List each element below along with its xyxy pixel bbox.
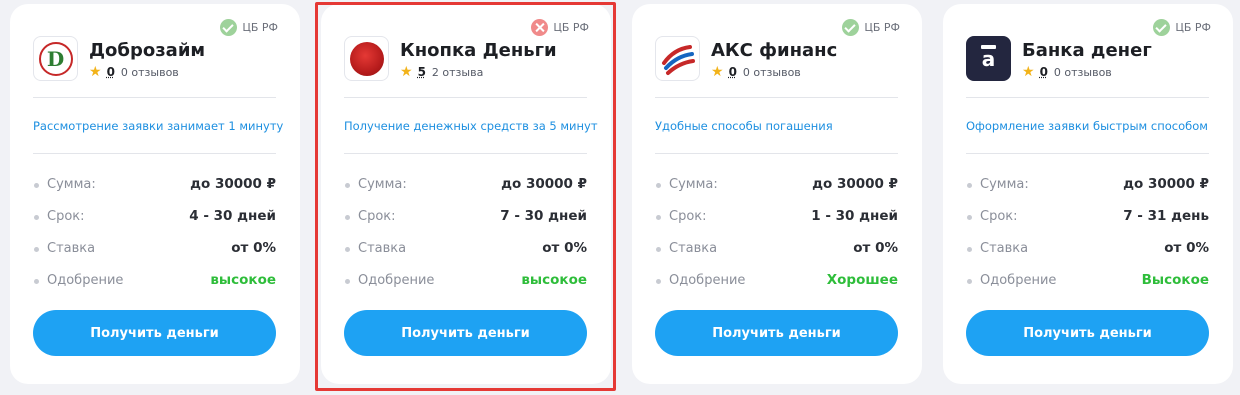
param-sum: Сумма: до 30000 ₽	[966, 168, 1209, 200]
feature-text: Удобные способы погашения	[655, 119, 833, 133]
offer-card-dobrozaim: ЦБ РФ D Доброзайм ★ 0 0 отзывов Рассмотр…	[10, 4, 300, 384]
cb-rf-badge: ЦБ РФ	[842, 19, 900, 36]
rating-value: 0	[728, 65, 737, 79]
reviews-link[interactable]: 0 отзывов	[743, 66, 801, 79]
divider	[344, 97, 587, 98]
param-approval: Одобрение высокое	[33, 264, 276, 296]
lender-name[interactable]: Кнопка Деньги	[400, 40, 557, 61]
param-rate: Ставка от 0%	[344, 232, 587, 264]
param-rate: Ставка от 0%	[655, 232, 898, 264]
offer-card-banka-deneg: ЦБ РФ a Банка денег ★ 0 0 отзывов Оформл…	[943, 4, 1233, 384]
param-term: Срок: 7 - 30 дней	[344, 200, 587, 232]
dobrozaim-logo-icon: D	[38, 41, 73, 76]
get-money-button[interactable]: Получить деньги	[344, 310, 587, 356]
rating: ★ 0 0 отзывов	[711, 65, 801, 79]
params-list: Сумма: до 30000 ₽ Срок: 7 - 31 день Став…	[966, 168, 1209, 296]
rating: ★ 5 2 отзыва	[400, 65, 483, 79]
divider	[33, 97, 276, 98]
check-circle-icon	[842, 19, 860, 36]
param-sum: Сумма: до 30000 ₽	[33, 168, 276, 200]
params-list: Сумма: до 30000 ₽ Срок: 4 - 30 дней Став…	[33, 168, 276, 296]
rating-value: 0	[1039, 65, 1048, 79]
divider	[344, 153, 587, 154]
badge-label: ЦБ РФ	[242, 21, 278, 34]
params-list: Сумма: до 30000 ₽ Срок: 1 - 30 дней Став…	[655, 168, 898, 296]
divider	[966, 153, 1209, 154]
reviews-link[interactable]: 0 отзывов	[121, 66, 179, 79]
divider	[33, 153, 276, 154]
param-term: Срок: 4 - 30 дней	[33, 200, 276, 232]
param-term: Срок: 1 - 30 дней	[655, 200, 898, 232]
aks-stripes-logo-icon	[661, 44, 695, 75]
get-money-button[interactable]: Получить деньги	[655, 310, 898, 356]
divider	[655, 153, 898, 154]
param-approval: Одобрение Хорошее	[655, 264, 898, 296]
lender-logo[interactable]	[344, 36, 389, 81]
param-sum: Сумма: до 30000 ₽	[655, 168, 898, 200]
star-icon: ★	[711, 64, 724, 80]
feature-text: Оформление заявки быстрым способом	[966, 119, 1208, 133]
lender-name[interactable]: Банка денег	[1022, 40, 1152, 61]
param-sum: Сумма: до 30000 ₽	[344, 168, 587, 200]
offer-card-knopka-dengi: ЦБ РФ Кнопка Деньги ★ 5 2 отзыва Получен…	[321, 4, 611, 384]
banka-logo-letter: a	[981, 46, 996, 71]
lender-logo[interactable]: a	[966, 36, 1011, 81]
rating: ★ 0 0 отзывов	[89, 65, 179, 79]
rating-value: 0	[106, 65, 115, 79]
reviews-link[interactable]: 0 отзывов	[1054, 66, 1112, 79]
param-rate: Ставка от 0%	[33, 232, 276, 264]
star-icon: ★	[1022, 64, 1035, 80]
offers-grid: ЦБ РФ D Доброзайм ★ 0 0 отзывов Рассмотр…	[0, 0, 1240, 395]
star-icon: ★	[89, 64, 102, 80]
check-circle-icon	[220, 19, 238, 36]
get-money-button[interactable]: Получить деньги	[33, 310, 276, 356]
red-button-logo-icon	[349, 41, 384, 76]
badge-label: ЦБ РФ	[864, 21, 900, 34]
param-rate: Ставка от 0%	[966, 232, 1209, 264]
param-approval: Одобрение Высокое	[966, 264, 1209, 296]
cb-rf-badge: ЦБ РФ	[531, 19, 589, 36]
offer-card-aks-finans: ЦБ РФ АКС финанс ★ 0 0 отзывов Удобные с…	[632, 4, 922, 384]
reviews-link[interactable]: 2 отзыва	[432, 66, 483, 79]
cross-circle-icon	[531, 19, 549, 36]
get-money-button[interactable]: Получить деньги	[966, 310, 1209, 356]
divider	[655, 97, 898, 98]
param-approval: Одобрение высокое	[344, 264, 587, 296]
params-list: Сумма: до 30000 ₽ Срок: 7 - 30 дней Став…	[344, 168, 587, 296]
badge-label: ЦБ РФ	[1175, 21, 1211, 34]
feature-text: Получение денежных средств за 5 минут	[344, 119, 598, 133]
divider	[966, 97, 1209, 98]
cb-rf-badge: ЦБ РФ	[1153, 19, 1211, 36]
rating-value: 5	[417, 65, 426, 79]
lender-logo[interactable]	[655, 36, 700, 81]
feature-text: Рассмотрение заявки занимает 1 минуту	[33, 119, 284, 133]
badge-label: ЦБ РФ	[553, 21, 589, 34]
lender-logo[interactable]: D	[33, 36, 78, 81]
rating: ★ 0 0 отзывов	[1022, 65, 1112, 79]
lender-name[interactable]: Доброзайм	[89, 40, 205, 61]
check-circle-icon	[1153, 19, 1171, 36]
param-term: Срок: 7 - 31 день	[966, 200, 1209, 232]
lender-name[interactable]: АКС финанс	[711, 40, 837, 61]
cb-rf-badge: ЦБ РФ	[220, 19, 278, 36]
star-icon: ★	[400, 64, 413, 80]
